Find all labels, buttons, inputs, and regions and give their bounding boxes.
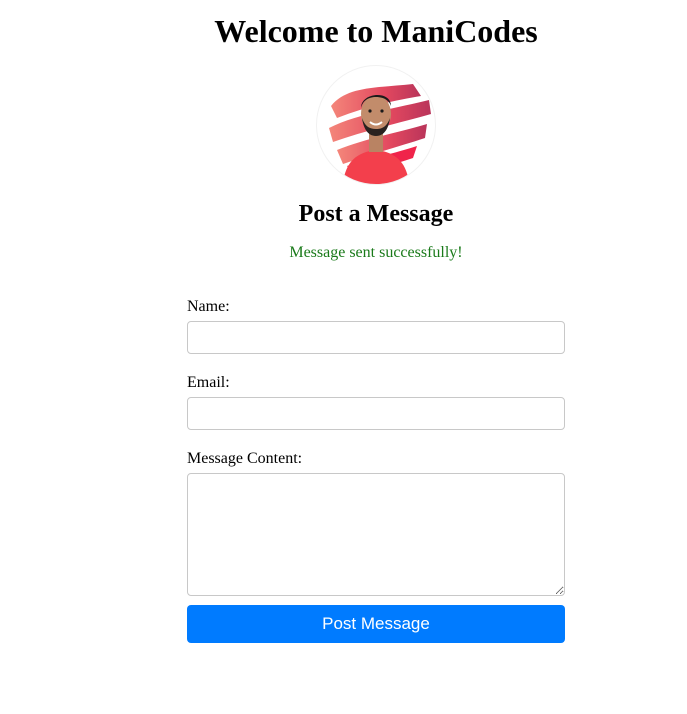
status-message: Message sent successfully! xyxy=(289,244,463,261)
section-title: Post a Message xyxy=(298,201,454,227)
page-title: Welcome to ManiCodes xyxy=(214,13,538,49)
message-content-textarea[interactable] xyxy=(187,473,565,596)
message-content-label: Message Content: xyxy=(187,450,303,467)
message-form: Name: Email: Message Content: xyxy=(187,298,565,596)
profile-photo-icon xyxy=(329,84,431,184)
post-message-button[interactable]: Post Message xyxy=(187,605,565,643)
email-label: Email: xyxy=(187,374,230,391)
name-label: Name: xyxy=(187,298,230,315)
avatar xyxy=(317,66,435,184)
name-input[interactable] xyxy=(187,321,565,354)
email-input[interactable] xyxy=(187,397,565,430)
